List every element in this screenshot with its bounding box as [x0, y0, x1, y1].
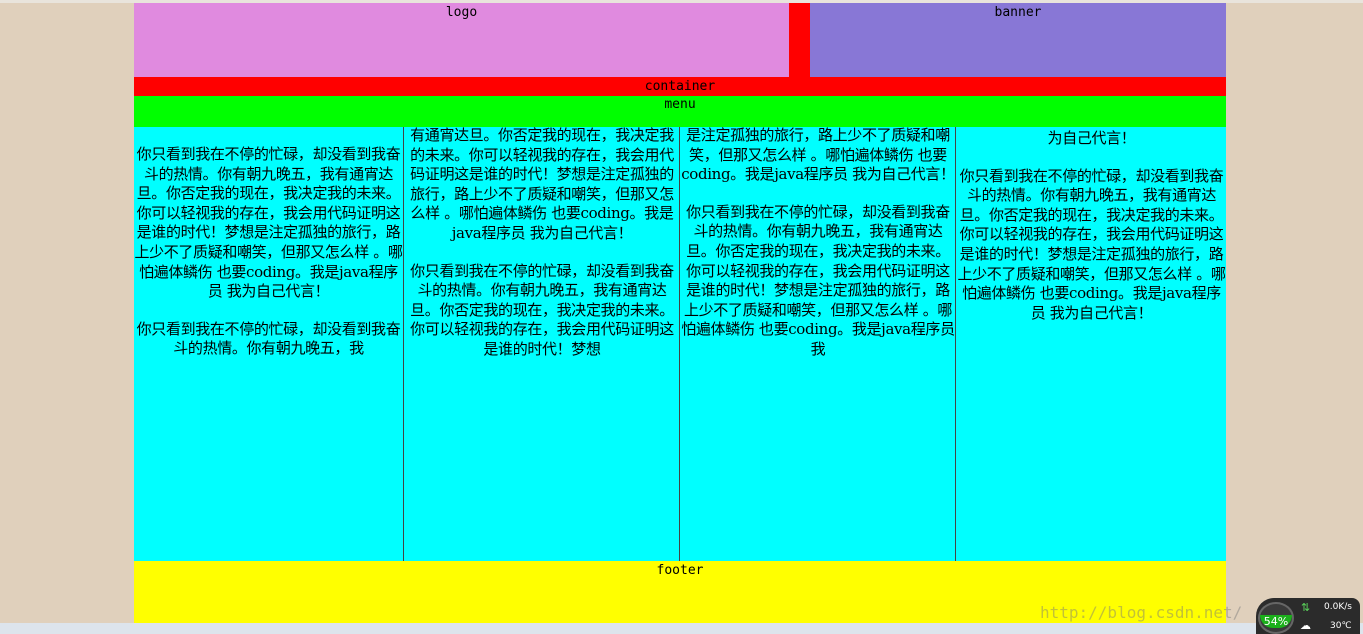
column-paragraph: 你只看到我在不停的忙碌，却没看到我奋斗的热情。你有朝九晚五，我有通宵达旦。你否定… [681, 202, 955, 358]
cpu-meter: 54% [1258, 602, 1294, 634]
logo-box: logo [134, 3, 789, 77]
system-monitor-gadget[interactable]: 54% ⇅ 0.0K/s ☁ 30℃ [1256, 598, 1360, 634]
content-column-1: 你只看到我在不停的忙碌，却没看到我奋斗的热情。你有朝九晚五，我有通宵达旦。你否定… [134, 127, 404, 561]
temperature: 30℃ [1330, 621, 1352, 631]
container-label: container [644, 79, 716, 94]
column-paragraph: 是注定孤独的旅行，路上少不了质疑和嘲笑，但那又怎么样 。哪怕遍体鳞伤 也要cod… [681, 127, 955, 184]
footer-label: footer [656, 563, 704, 578]
banner-box: banner [810, 3, 1226, 77]
banner-label: banner [994, 5, 1042, 20]
watermark-text: http://blog.csdn.net/ [1040, 603, 1243, 622]
logo-label: logo [445, 5, 478, 20]
column-paragraph: 你只看到我在不停的忙碌，却没看到我奋斗的热情。你有朝九晚五，我 [136, 319, 401, 358]
column-paragraph: 你只看到我在不停的忙碌，却没看到我奋斗的热情。你有朝九晚五，我有通宵达旦。你否定… [134, 145, 403, 301]
page: logo banner container menu 你只看到我在不停的忙碌，却… [0, 0, 1363, 634]
content-column-2: 有通宵达旦。你否定我的现在，我决定我的未来。你可以轻视我的存在，我会用代码证明这… [405, 127, 680, 561]
content-column-3: 是注定孤独的旅行，路上少不了质疑和嘲笑，但那又怎么样 。哪怕遍体鳞伤 也要cod… [681, 127, 956, 561]
menu-label: menu [664, 97, 696, 112]
content-area: 你只看到我在不停的忙碌，却没看到我奋斗的热情。你有朝九晚五，我 有通宵达旦。你否定… [134, 127, 1226, 561]
container: logo banner container menu 你只看到我在不停的忙碌，却… [134, 3, 1226, 623]
network-arrows-icon: ⇅ [1301, 601, 1311, 614]
column-paragraph: 你只看到我在不停的忙碌，却没看到我奋斗的热情。你有朝九晚五，我有通宵达旦。你否定… [410, 261, 674, 358]
cloud-icon: ☁ [1300, 619, 1311, 632]
column-paragraph: 有通宵达旦。你否定我的现在，我决定我的未来。你可以轻视我的存在，我会用代码证明这… [410, 127, 674, 242]
column-paragraph: 你只看到我在不停的忙碌，却没看到我奋斗的热情。你有朝九晚五，我有通宵达旦。你否定… [957, 166, 1226, 322]
cpu-percent: 54% [1260, 615, 1292, 628]
window-bottom-strip [0, 623, 1363, 634]
net-speed: 0.0K/s [1324, 602, 1352, 612]
content-column-4: 为自己代言！ 你只看到我在不停的忙碌，却没看到我奋斗的热情。你有朝九晚五，我有通… [957, 127, 1226, 561]
menu-bar: menu [134, 96, 1226, 127]
column-paragraph: 为自己代言！ [1047, 129, 1136, 147]
